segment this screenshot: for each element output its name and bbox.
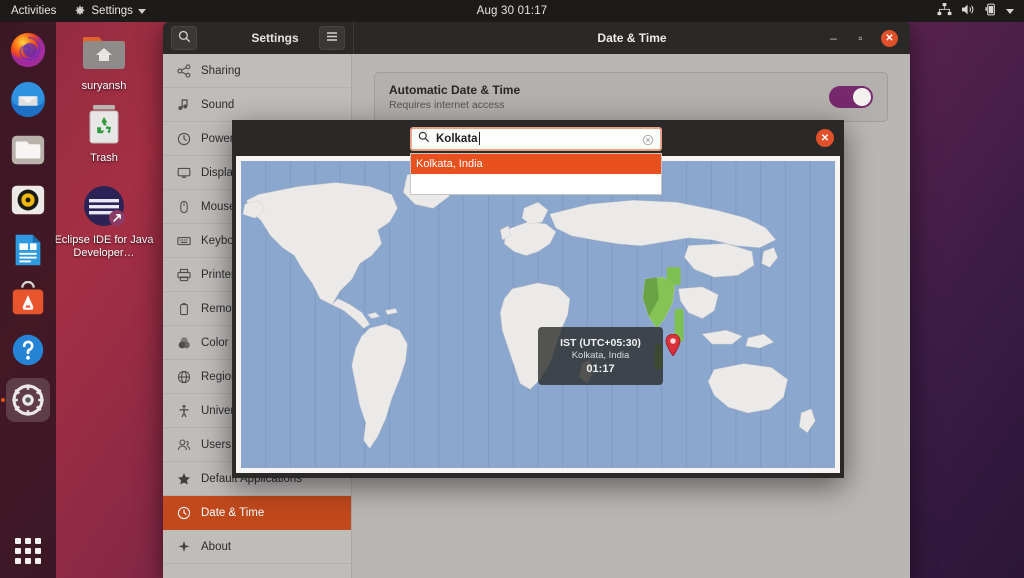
timezone-tooltip-zone: IST (UTC+05:30) [560,337,641,349]
titlebar-right: Date & Time – ▫ ✕ [353,22,910,54]
timezone-suggestion-list: Kolkata, India [410,153,662,195]
keyboard-icon [176,233,191,248]
desktop-icon-home[interactable]: suryansh [56,28,152,93]
timezone-search-value: Kolkata [436,133,636,145]
dock-item-help[interactable] [6,328,50,372]
trash-icon [56,100,152,148]
automatic-date-time-row: Automatic Date & Time Requires internet … [374,72,888,122]
desktop-icon-eclipse[interactable]: Eclipse IDE for Java Developer… [52,182,156,260]
hamburger-menu-button[interactable] [319,26,345,50]
timezone-dialog: Kolkata ✕ Kolkata, India [232,120,844,478]
toggle-knob [853,88,871,106]
clock[interactable]: Aug 30 01:17 [0,5,1024,17]
show-applications-button[interactable] [11,534,45,568]
display-icon [176,165,191,180]
desktop-icon-eclipse-label: Eclipse IDE for Java Developer… [54,234,153,259]
globe-icon [176,369,191,384]
sidebar-label: Sharing [201,65,241,77]
automatic-date-time-toggle[interactable] [829,86,873,108]
world-map-svg [241,161,835,468]
clock-icon [176,505,191,520]
top-bar: Activities Settings Aug 30 01:17 [0,0,1024,22]
window-controls: – ▫ ✕ [827,30,910,47]
clear-icon[interactable] [642,133,654,145]
desktop-icon-trash-label: Trash [90,152,118,164]
eclipse-ide-icon [52,182,156,230]
color-icon [176,335,191,350]
hamburger-icon [326,31,338,45]
sidebar-label: Power [201,133,234,145]
sidebar-label: About [201,541,231,553]
dock-item-settings[interactable] [6,378,50,422]
automatic-date-time-subtitle: Requires internet access [389,99,520,111]
timezone-map-frame: IST (UTC+05:30) Kolkata, India 01:17 [236,156,840,473]
sidebar-label: Sound [201,99,234,111]
dock-item-rhythmbox[interactable] [6,178,50,222]
sidebar-item-sharing[interactable]: Sharing [163,54,351,88]
search-icon [418,130,430,148]
dock-item-ubuntu-software[interactable] [6,278,50,322]
timezone-tooltip: IST (UTC+05:30) Kolkata, India 01:17 [538,327,663,385]
maximize-button[interactable]: ▫ [854,32,867,45]
minimize-button[interactable]: – [827,32,840,45]
sidebar-item-sound[interactable]: Sound [163,88,351,122]
timezone-suggestion-item[interactable]: Kolkata, India [411,154,661,174]
map-pin-icon [665,334,681,356]
star-icon [176,471,191,486]
sidebar-item-about[interactable]: About [163,530,351,564]
printer-icon [176,267,191,282]
window-titlebar: Settings Date & Time – ▫ ✕ [163,22,910,54]
automatic-date-time-text: Automatic Date & Time Requires internet … [389,83,520,111]
dock-item-firefox[interactable] [6,28,50,72]
share-icon [176,63,191,78]
desktop-icon-home-label: suryansh [82,80,127,92]
dock-item-thunderbird[interactable] [6,78,50,122]
close-button[interactable]: ✕ [881,30,898,47]
desktop-icon-trash[interactable]: Trash [56,100,152,165]
timezone-tooltip-city: Kolkata, India [572,350,630,361]
timezone-dialog-header: Kolkata ✕ [232,120,844,156]
dock-item-libreoffice-writer[interactable] [6,228,50,272]
dock [0,22,56,578]
timezone-suggestion-empty-row [411,174,661,194]
sidebar-label: Color [201,337,228,349]
sidebar-item-date-time[interactable]: Date & Time [163,496,351,530]
users-icon [176,437,191,452]
dock-item-files[interactable] [6,128,50,172]
accessibility-icon [176,403,191,418]
about-icon [176,539,191,554]
sound-icon [176,97,191,112]
sidebar-label: Date & Time [201,507,264,519]
titlebar-left: Settings [163,22,353,54]
search-button[interactable] [171,26,197,50]
home-folder-icon [56,28,152,76]
removable-media-icon [176,301,191,316]
automatic-date-time-title: Automatic Date & Time [389,83,520,97]
mouse-icon [176,199,191,214]
search-icon [178,30,191,46]
timezone-dialog-close-button[interactable]: ✕ [816,129,834,147]
sidebar-label: Users [201,439,231,451]
timezone-search-input[interactable]: Kolkata [410,127,662,151]
world-map[interactable]: IST (UTC+05:30) Kolkata, India 01:17 [241,161,835,468]
timezone-tooltip-time: 01:17 [586,363,614,375]
power-icon [176,131,191,146]
